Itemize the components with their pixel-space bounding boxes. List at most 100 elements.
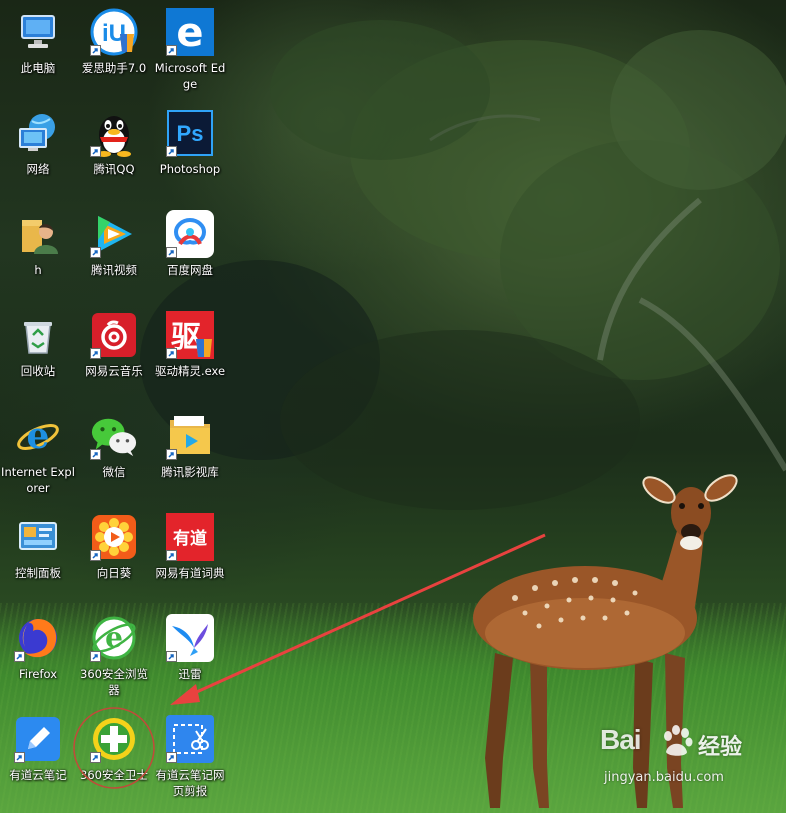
desktop-icon-label: Firefox: [18, 667, 58, 681]
desktop-icon-baidu-netdisk[interactable]: 百度网盘: [152, 208, 228, 309]
shortcut-arrow-icon: [166, 247, 177, 258]
desktop-icon-label: Internet Explorer: [1, 465, 75, 495]
desktop-icon-label: Photoshop: [159, 162, 221, 176]
desktop-icon-label: 迅雷: [178, 667, 202, 681]
internet-explorer-icon: e: [14, 412, 62, 460]
desktop-icon-recycle-bin[interactable]: 回收站: [0, 309, 76, 410]
firefox-icon: [14, 614, 62, 662]
desktop-icon-label: 此电脑: [20, 61, 56, 75]
svg-text:e: e: [27, 415, 50, 457]
desktop-icon-youdao-note[interactable]: 有道云笔记: [0, 713, 76, 813]
watermark-brand: 经验: [698, 735, 743, 760]
360-safe-icon: [90, 715, 138, 763]
desktop-icon-video-folder[interactable]: 腾讯影视库: [152, 410, 228, 511]
shortcut-arrow-icon: [90, 752, 101, 763]
360-browser-icon: e: [90, 614, 138, 662]
desktop-icon-i4-assistant[interactable]: iU 爱思助手7.0: [76, 6, 152, 107]
desktop-icon-driver-genius[interactable]: 驱驱动精灵.exe: [152, 309, 228, 410]
desktop-icon-computer[interactable]: 此电脑: [0, 6, 76, 107]
computer-icon: [14, 8, 62, 56]
recycle-bin-icon: [14, 311, 62, 359]
shortcut-arrow-icon: [166, 550, 177, 561]
desktop-icon-network[interactable]: 网络: [0, 107, 76, 208]
sunflower-icon: [90, 513, 138, 561]
desktop-icon-360-browser[interactable]: e 360安全浏览器: [76, 612, 152, 713]
desktop-icon-grid: 此电脑网络 h 回收站 e Internet Explorer 控制面板 Firefox 有道…: [0, 0, 228, 813]
shortcut-arrow-icon: [90, 550, 101, 561]
shortcut-arrow-icon: [90, 651, 101, 662]
desktop-icon-label: 网易云音乐: [85, 364, 143, 378]
qq-penguin-icon: [90, 109, 138, 157]
shortcut-arrow-icon: [90, 247, 101, 258]
shortcut-arrow-icon: [90, 449, 101, 460]
shortcut-arrow-icon: [166, 348, 177, 359]
desktop-icon-label: 网络: [26, 162, 50, 176]
desktop-icon-label: 爱思助手7.0: [81, 61, 147, 75]
desktop-icon-label: 腾讯QQ: [93, 162, 135, 176]
watermark-logo: Bai: [600, 724, 642, 755]
desktop-icon-youdao-dict[interactable]: 有道 网易有道词典: [152, 511, 228, 612]
tencent-video-icon: [90, 210, 138, 258]
desktop-icon-label: 回收站: [20, 364, 56, 378]
desktop-icon-label: 驱动精灵.exe: [154, 364, 226, 378]
desktop-icon-edge[interactable]: e Microsoft Edge: [152, 6, 228, 107]
baidu-jingyan-watermark: Bai 经验 jingyan.baidu.com: [600, 722, 776, 792]
svg-text:e: e: [176, 10, 203, 56]
video-folder-icon: [166, 412, 214, 460]
shortcut-arrow-icon: [166, 651, 177, 662]
shortcut-arrow-icon: [90, 348, 101, 359]
desktop-icon-web-clipper[interactable]: 有道云笔记网页剪报: [152, 713, 228, 813]
desktop-icon-netease-music[interactable]: 网易云音乐: [76, 309, 152, 410]
desktop-icon-label: Microsoft Edge: [154, 61, 226, 91]
desktop-icon-label: 有道云笔记网页剪报: [155, 768, 225, 798]
edge-icon: e: [166, 8, 214, 56]
netease-music-icon: [90, 311, 138, 359]
desktop-icon-tencent-video[interactable]: 腾讯视频: [76, 208, 152, 309]
shortcut-arrow-icon: [166, 45, 177, 56]
i4-assistant-icon: iU: [90, 8, 138, 56]
control-panel-icon: [14, 513, 62, 561]
xunlei-bird-icon: [166, 614, 214, 662]
desktop-icon-control-panel[interactable]: 控制面板: [0, 511, 76, 612]
desktop-icon-label: 网易有道词典: [155, 566, 225, 580]
user-folder-icon: [14, 210, 62, 258]
watermark-url: jingyan.baidu.com: [604, 770, 724, 785]
desktop-icon-label: 控制面板: [15, 566, 61, 580]
shortcut-arrow-icon: [90, 146, 101, 157]
desktop-icon-label: 向日葵: [96, 566, 132, 580]
photoshop-icon: Ps: [166, 109, 214, 157]
shortcut-arrow-icon: [14, 651, 25, 662]
network-icon: [14, 109, 62, 157]
shortcut-arrow-icon: [90, 45, 101, 56]
shortcut-arrow-icon: [14, 752, 25, 763]
desktop-icon-label: 腾讯视频: [91, 263, 137, 277]
desktop[interactable]: 此电脑网络 h 回收站 e Internet Explorer 控制面板 Firefox 有道…: [0, 0, 786, 813]
baidu-netdisk-icon: [166, 210, 214, 258]
desktop-icon-photoshop[interactable]: Ps Photoshop: [152, 107, 228, 208]
youdao-note-icon: [14, 715, 62, 763]
desktop-icon-label: h: [34, 263, 42, 277]
desktop-icon-label: 腾讯影视库: [161, 465, 219, 479]
youdao-dict-icon: 有道: [166, 513, 214, 561]
desktop-icon-internet-explorer[interactable]: e Internet Explorer: [0, 410, 76, 511]
shortcut-arrow-icon: [166, 449, 177, 460]
desktop-icon-label: 微信: [102, 465, 126, 479]
web-clipper-icon: [166, 715, 214, 763]
desktop-icon-xunlei-bird[interactable]: 迅雷: [152, 612, 228, 713]
baidu-paw-icon: [664, 725, 693, 756]
desktop-icon-user-folder[interactable]: h: [0, 208, 76, 309]
desktop-icon-360-safe[interactable]: 360安全卫士: [76, 713, 152, 813]
wechat-icon: [90, 412, 138, 460]
driver-genius-icon: 驱: [166, 311, 214, 359]
desktop-icon-label: 有道云笔记: [9, 768, 67, 782]
desktop-icon-wechat[interactable]: 微信: [76, 410, 152, 511]
desktop-icon-label: 360安全卫士: [80, 768, 148, 782]
desktop-icon-label: 百度网盘: [167, 263, 213, 277]
desktop-icon-label: 360安全浏览器: [80, 667, 148, 697]
svg-text:有道: 有道: [173, 528, 207, 549]
desktop-icon-firefox[interactable]: Firefox: [0, 612, 76, 713]
shortcut-arrow-icon: [166, 752, 177, 763]
svg-text:Ps: Ps: [177, 121, 204, 146]
desktop-icon-qq-penguin[interactable]: 腾讯QQ: [76, 107, 152, 208]
desktop-icon-sunflower[interactable]: 向日葵: [76, 511, 152, 612]
